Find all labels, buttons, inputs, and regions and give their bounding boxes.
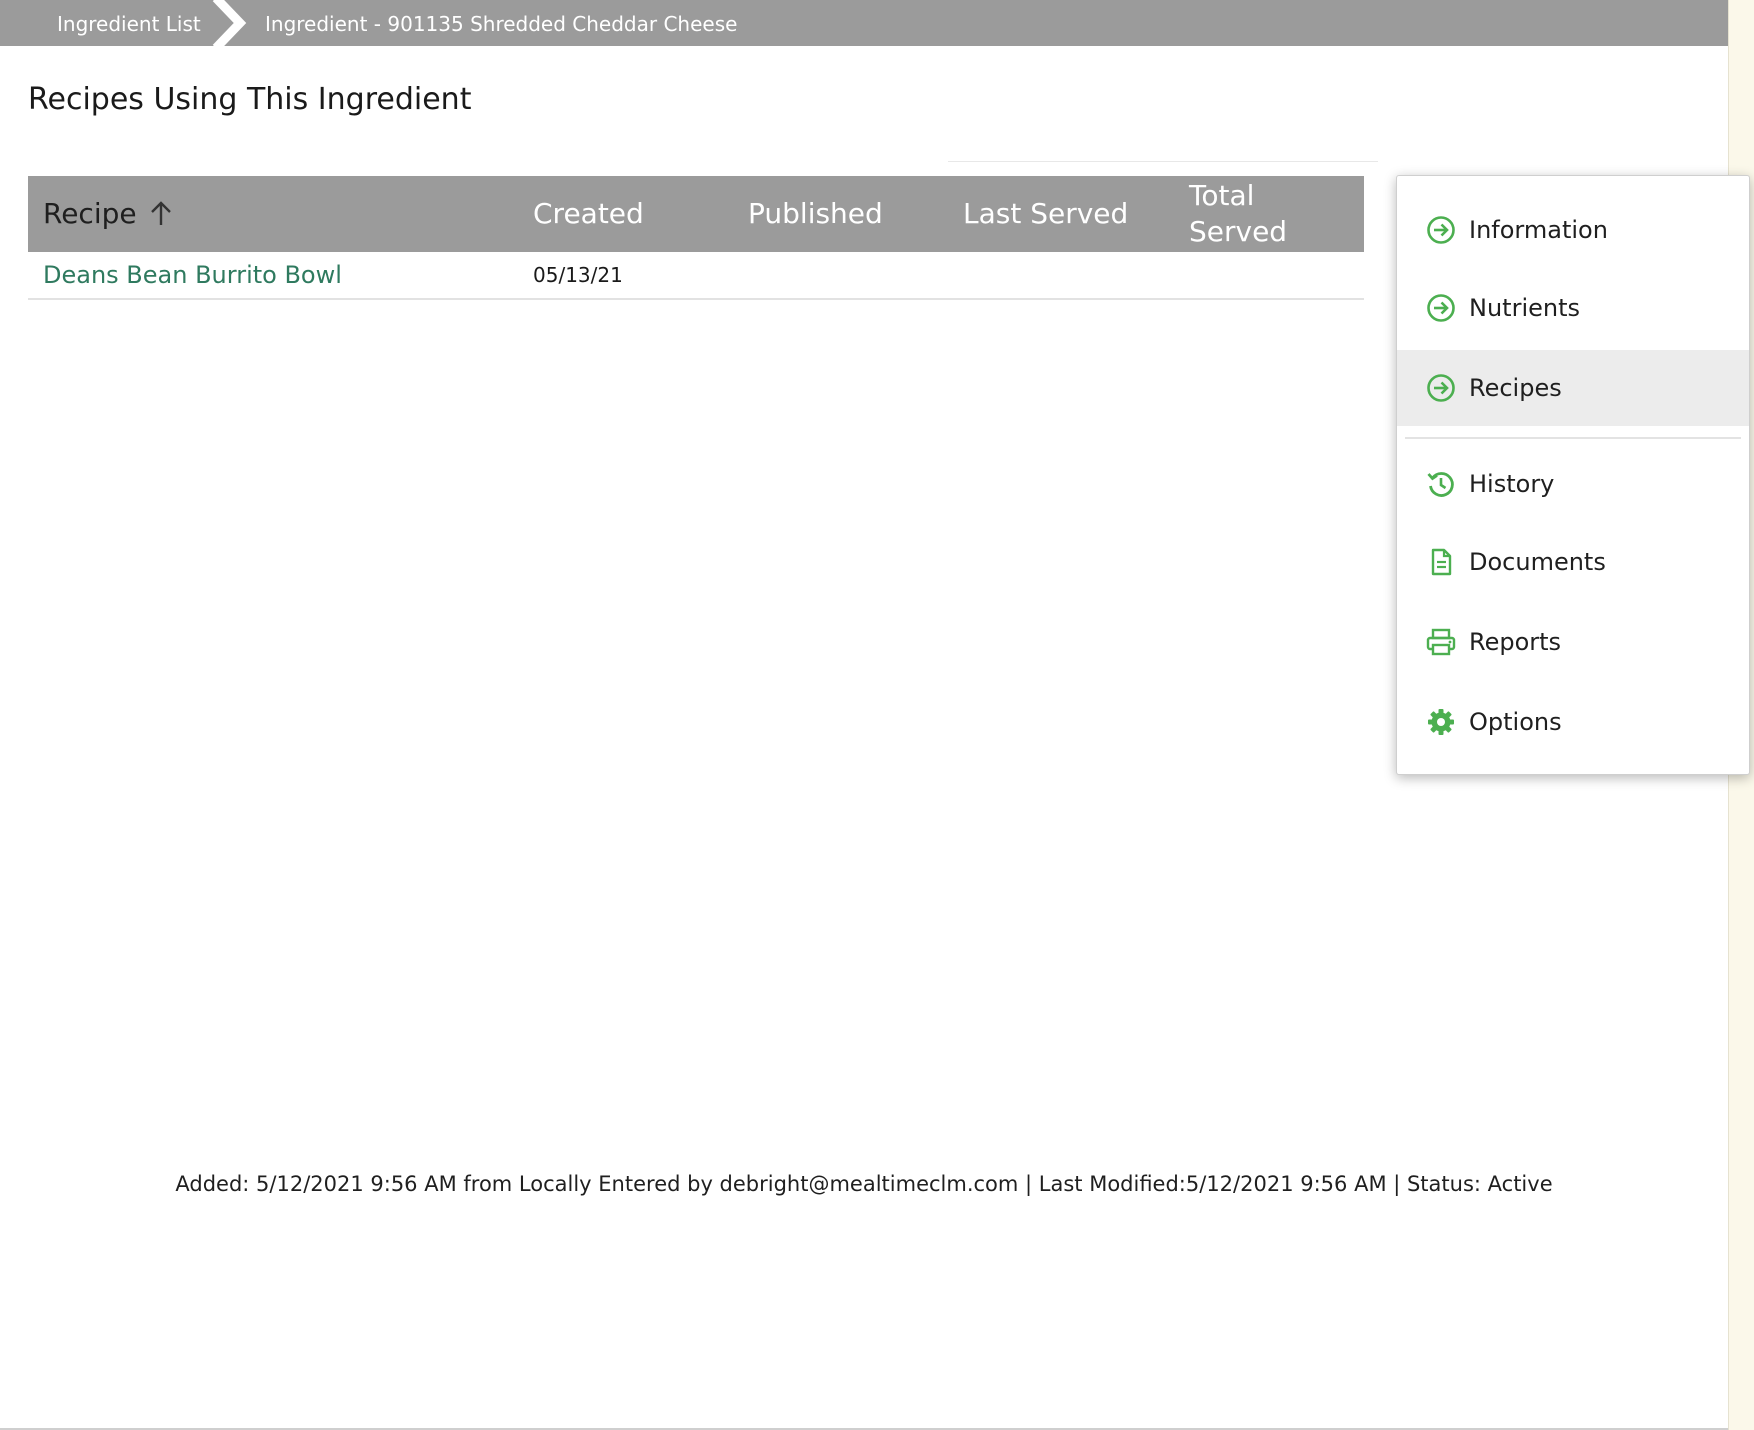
menu-item-recipes[interactable]: Recipes [1397,350,1749,426]
recipe-link[interactable]: Deans Bean Burrito Bowl [43,252,342,298]
table-header: Recipe Created Published Last Served Tot… [28,176,1364,252]
arrow-circle-right-icon [1425,372,1457,404]
divider [948,161,1378,162]
document-icon [1425,546,1457,578]
history-icon [1425,468,1457,500]
arrow-circle-right-icon [1425,214,1457,246]
table-row: Deans Bean Burrito Bowl 05/13/21 [28,252,1364,300]
column-header-recipe[interactable]: Recipe [43,176,173,252]
breadcrumb-ingredient-list[interactable]: Ingredient List [57,0,201,46]
menu-item-nutrients[interactable]: Nutrients [1397,270,1749,346]
menu-item-history[interactable]: History [1397,446,1749,522]
column-header-created[interactable]: Created [533,176,644,252]
menu-item-label: History [1469,470,1555,498]
arrow-circle-right-icon [1425,292,1457,324]
menu-item-label: Options [1469,708,1562,736]
menu-item-label: Documents [1469,548,1606,576]
menu-item-label: Recipes [1469,374,1562,402]
gear-icon [1425,706,1457,738]
breadcrumb-current-ingredient: Ingredient - 901135 Shredded Cheddar Che… [265,12,738,36]
created-date: 05/13/21 [533,263,623,287]
menu-item-label: Reports [1469,628,1562,656]
breadcrumb: Ingredient List Ingredient - 901135 Shre… [0,0,1728,46]
column-header-last-served[interactable]: Last Served [963,176,1128,252]
menu-item-information[interactable]: Information [1397,192,1749,268]
menu-divider [1405,437,1741,439]
breadcrumb-chevron-icon [212,0,247,46]
record-metadata: Added: 5/12/2021 9:56 AM from Locally En… [175,1172,1553,1196]
menu-item-label: Nutrients [1469,294,1580,322]
column-header-published[interactable]: Published [748,176,883,252]
sort-ascending-icon [150,201,171,225]
printer-icon [1425,626,1457,658]
menu-item-label: Information [1469,216,1608,244]
menu-item-documents[interactable]: Documents [1397,524,1749,600]
column-header-label: Recipe [43,197,137,230]
menu-item-options[interactable]: Options [1397,684,1749,760]
page-title: Recipes Using This Ingredient [28,82,472,117]
side-menu: Information Nutrients Recipes History Do… [1396,175,1750,775]
column-header-total-served[interactable]: Total Served [1189,176,1319,252]
table-body: Deans Bean Burrito Bowl 05/13/21 [28,252,1364,300]
menu-item-reports[interactable]: Reports [1397,604,1749,680]
recipes-table: Recipe Created Published Last Served Tot… [28,176,1364,300]
